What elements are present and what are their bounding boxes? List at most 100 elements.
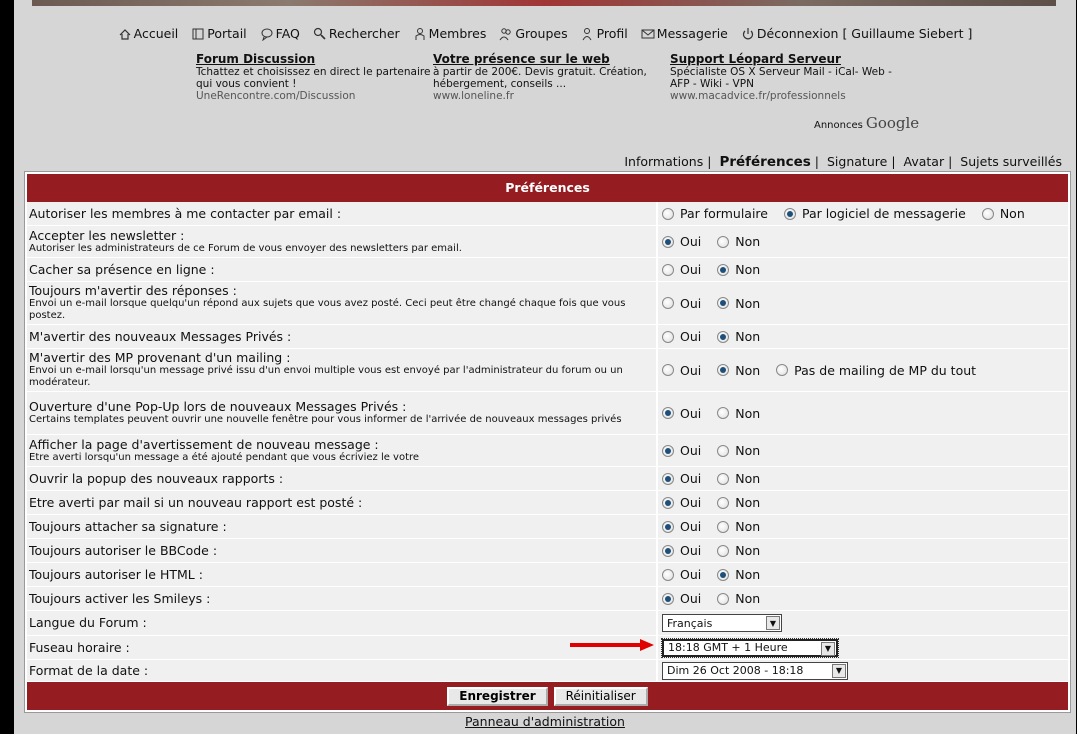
radio-button[interactable]	[717, 407, 730, 419]
nav-home[interactable]: Accueil	[118, 26, 178, 41]
radio-button[interactable]	[717, 364, 730, 376]
radio-button[interactable]	[662, 544, 674, 557]
google-ads-label[interactable]: Annonces Google	[814, 114, 919, 132]
subnav-signature[interactable]: Signature	[827, 154, 887, 169]
faq-icon	[261, 28, 273, 41]
dropdown-select[interactable]: 18:18 GMT + 1 Heure ▼	[661, 637, 839, 658]
chevron-down-icon[interactable]: ▼	[832, 663, 846, 678]
radio-button[interactable]	[717, 444, 730, 457]
reset-button[interactable]: Réinitialiser	[553, 686, 648, 706]
radio-button[interactable]	[662, 330, 674, 343]
preference-options: Par formulaire Par logiciel de messagerie…	[658, 202, 1068, 225]
radio-button[interactable]	[662, 472, 674, 485]
radio-button[interactable]	[717, 592, 730, 605]
chevron-down-icon[interactable]: ▼	[821, 641, 835, 656]
radio-option[interactable]: Oui	[662, 591, 701, 606]
radio-option[interactable]: Non	[717, 443, 760, 458]
radio-button[interactable]	[662, 235, 674, 248]
radio-button[interactable]	[717, 544, 730, 557]
radio-button[interactable]	[662, 496, 674, 509]
radio-option[interactable]: Non	[717, 495, 760, 510]
preference-label-cell: Toujours autoriser le HTML :	[27, 563, 656, 586]
radio-button[interactable]	[981, 207, 994, 220]
ad-url[interactable]: www.macadvice.fr/professionnels	[670, 90, 907, 102]
radio-option[interactable]: Non	[717, 363, 760, 378]
radio-button[interactable]	[717, 263, 730, 276]
radio-button[interactable]	[662, 407, 674, 419]
radio-button[interactable]	[662, 364, 674, 376]
dropdown-select[interactable]: Français ▼	[662, 614, 782, 632]
radio-option[interactable]: Oui	[662, 363, 701, 378]
preference-options: Oui Non	[658, 467, 1068, 490]
subnav-avatar[interactable]: Avatar	[904, 154, 945, 169]
radio-button[interactable]	[662, 568, 674, 581]
radio-option[interactable]: Oui	[662, 296, 701, 311]
subnav-informations[interactable]: Informations	[624, 154, 703, 169]
radio-option[interactable]: Non	[981, 206, 1025, 221]
ad-title[interactable]: Forum Discussion	[196, 52, 433, 66]
preference-select-cell: Dim 26 Oct 2008 - 18:18 ▼	[658, 660, 1068, 681]
dropdown-select[interactable]: Dim 26 Oct 2008 - 18:18 ▼	[662, 661, 848, 680]
preference-options: Oui Non	[658, 392, 1068, 434]
radio-label: Par logiciel de messagerie	[801, 206, 966, 221]
radio-button[interactable]	[717, 330, 730, 343]
radio-option[interactable]: Non	[717, 262, 760, 277]
radio-option[interactable]: Oui	[662, 262, 701, 277]
ad-url[interactable]: www.loneline.fr	[433, 90, 670, 102]
google-logo: Google	[865, 114, 920, 132]
radio-option[interactable]: Non	[717, 591, 760, 606]
radio-button[interactable]	[717, 472, 730, 485]
radio-button[interactable]	[717, 568, 730, 581]
preference-label-cell: Fuseau horaire :	[27, 636, 656, 659]
radio-option[interactable]: Oui	[662, 495, 701, 510]
nav-power[interactable]: Déconnexion [ Guillaume Siebert ]	[741, 26, 972, 41]
radio-option[interactable]: Non	[717, 329, 760, 344]
radio-button[interactable]	[662, 520, 674, 533]
radio-button[interactable]	[662, 297, 674, 309]
radio-button[interactable]	[717, 520, 730, 533]
radio-button[interactable]	[717, 496, 730, 509]
radio-option[interactable]: Non	[717, 543, 760, 558]
radio-option[interactable]: Non	[717, 406, 760, 421]
radio-option[interactable]: Par logiciel de messagerie	[783, 206, 966, 221]
nav-profile[interactable]: Profil	[581, 26, 628, 41]
ad-title[interactable]: Votre présence sur le web	[433, 52, 670, 66]
radio-button[interactable]	[662, 444, 674, 457]
radio-button[interactable]	[662, 207, 674, 220]
select-value: Dim 26 Oct 2008 - 18:18	[667, 664, 804, 677]
admin-panel-link[interactable]: Panneau d'administration	[14, 714, 1076, 729]
nav-groups[interactable]: Groupes	[499, 26, 568, 41]
radio-option[interactable]: Non	[717, 567, 760, 582]
radio-option[interactable]: Oui	[662, 471, 701, 486]
radio-option[interactable]: Non	[717, 296, 760, 311]
radio-option[interactable]: Oui	[662, 443, 701, 458]
nav-faq[interactable]: FAQ	[260, 26, 300, 41]
radio-option[interactable]: Oui	[662, 406, 701, 421]
subnav-watched-topics[interactable]: Sujets surveillés	[960, 154, 1062, 169]
nav-portal[interactable]: Portail	[191, 26, 247, 41]
radio-option[interactable]: Pas de mailing de MP du tout	[776, 363, 976, 378]
ad-url[interactable]: UneRencontre.com/Discussion	[196, 90, 433, 102]
radio-option[interactable]: Non	[717, 519, 760, 534]
nav-members[interactable]: Membres	[413, 26, 486, 41]
save-button[interactable]: Enregistrer	[447, 686, 548, 706]
nav-mail[interactable]: Messagerie	[641, 26, 728, 41]
radio-button[interactable]	[662, 263, 674, 276]
radio-button[interactable]	[717, 235, 730, 248]
radio-option[interactable]: Oui	[662, 543, 701, 558]
radio-option[interactable]: Oui	[662, 567, 701, 582]
radio-button[interactable]	[717, 297, 730, 309]
radio-button[interactable]	[662, 592, 674, 605]
radio-button[interactable]	[783, 207, 796, 220]
radio-option[interactable]: Oui	[662, 234, 701, 249]
radio-option[interactable]: Non	[717, 471, 760, 486]
subnav-preferences[interactable]: Préférences	[719, 154, 810, 170]
radio-option[interactable]: Par formulaire	[662, 206, 768, 221]
radio-option[interactable]: Oui	[662, 329, 701, 344]
ad-title[interactable]: Support Léopard Serveur	[670, 52, 907, 66]
nav-search[interactable]: Rechercher	[313, 26, 400, 41]
chevron-down-icon[interactable]: ▼	[766, 616, 780, 630]
radio-button[interactable]	[776, 364, 789, 376]
radio-option[interactable]: Non	[717, 234, 760, 249]
radio-option[interactable]: Oui	[662, 519, 701, 534]
